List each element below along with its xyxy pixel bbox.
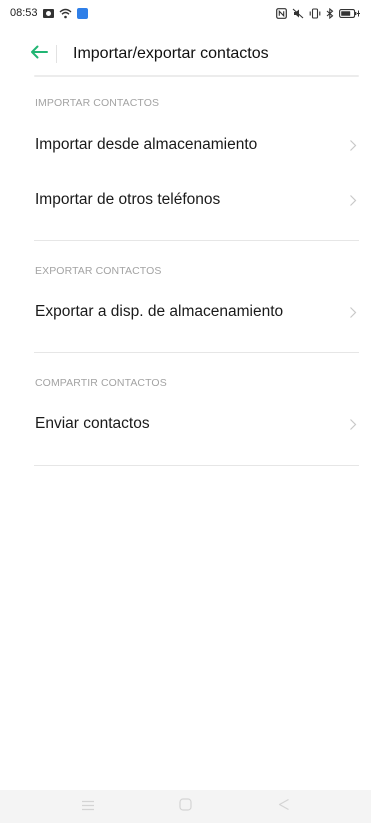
- wifi-icon: [59, 8, 72, 19]
- status-bar-left: 08:53: [10, 7, 88, 19]
- list-item-label: Enviar contactos: [35, 415, 150, 432]
- nfc-icon: [276, 7, 287, 19]
- import-from-storage-item[interactable]: Importar desde almacenamiento: [0, 125, 371, 165]
- list-item-label: Exportar a disp. de almacenamiento: [35, 303, 284, 320]
- chevron-right-icon: [349, 418, 357, 431]
- page-title: Importar/exportar contactos: [73, 45, 269, 62]
- section-divider: [34, 465, 359, 466]
- menu-icon: [81, 798, 95, 816]
- section-header-compartir: COMPARTIR CONTACTOS: [35, 377, 167, 389]
- back-button[interactable]: [22, 37, 56, 71]
- home-button[interactable]: [171, 795, 201, 819]
- battery-icon: [339, 8, 361, 19]
- arrow-left-icon: [30, 45, 48, 64]
- app-bar: Importar/exportar contactos: [0, 34, 371, 74]
- section-divider: [34, 240, 359, 241]
- notification-icon: [42, 8, 54, 18]
- chevron-right-icon: [349, 306, 357, 319]
- status-time: 08:53: [10, 7, 38, 19]
- section-header-importar: IMPORTAR CONTACTOS: [35, 97, 160, 109]
- title-divider: [56, 45, 57, 63]
- list-item-label: Importar de otros teléfonos: [35, 191, 221, 208]
- recent-apps-button[interactable]: [73, 795, 103, 819]
- mute-icon: [292, 8, 304, 19]
- nav-back-button[interactable]: [269, 795, 299, 819]
- export-to-storage-item[interactable]: Exportar a disp. de almacenamiento: [0, 292, 371, 332]
- chevron-right-icon: [349, 139, 357, 152]
- system-nav-bar: [0, 790, 371, 823]
- home-icon: [179, 797, 192, 816]
- import-from-other-phones-item[interactable]: Importar de otros teléfonos: [0, 180, 371, 220]
- section-header-exportar: EXPORTAR CONTACTOS: [35, 265, 162, 277]
- send-contacts-item[interactable]: Enviar contactos: [0, 404, 371, 444]
- vibrate-icon: [309, 7, 321, 19]
- status-bar: 08:53: [0, 0, 371, 26]
- back-triangle-icon: [278, 798, 290, 816]
- app-badge-icon: [76, 7, 88, 19]
- chevron-right-icon: [349, 194, 357, 207]
- section-divider: [34, 352, 359, 353]
- status-bar-right: [276, 7, 361, 19]
- bluetooth-icon: [326, 7, 334, 19]
- list-item-label: Importar desde almacenamiento: [35, 136, 258, 153]
- header-rule: [34, 75, 359, 77]
